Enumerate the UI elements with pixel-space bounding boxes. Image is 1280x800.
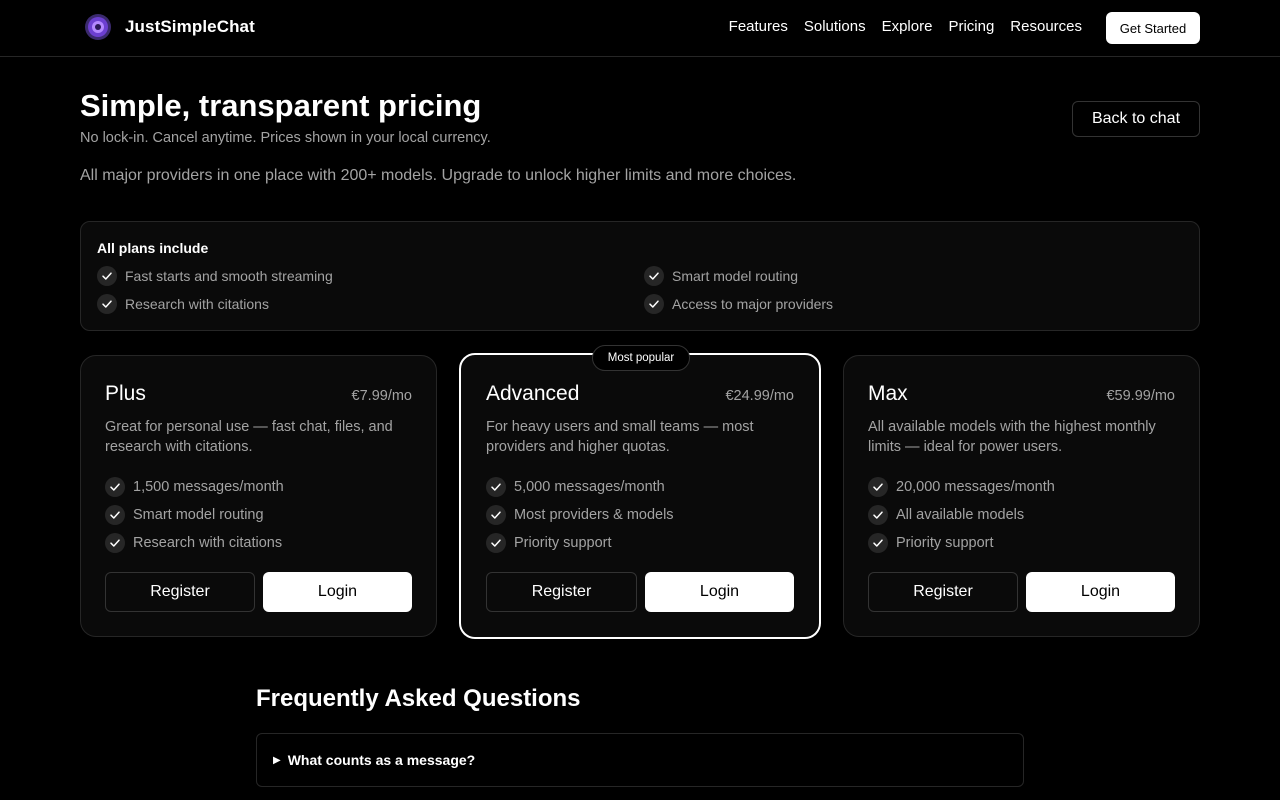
back-to-chat-button[interactable]: Back to chat <box>1072 101 1200 137</box>
faq-title: Frequently Asked Questions <box>256 685 581 712</box>
brand-name: JustSimpleChat <box>125 17 255 36</box>
max-login-button[interactable]: Login <box>1026 572 1175 612</box>
plan-feature-list: 5,000 messages/month Most providers & mo… <box>486 473 674 557</box>
plan-feature: 5,000 messages/month <box>486 473 674 501</box>
check-icon <box>644 266 664 286</box>
advanced-login-button[interactable]: Login <box>645 572 794 612</box>
plan-description: Great for personal use — fast chat, file… <box>105 419 393 455</box>
check-icon <box>486 505 506 525</box>
plan-feature-list: 20,000 messages/month All available mode… <box>868 473 1055 557</box>
plan-name: Plus <box>105 382 146 405</box>
check-icon <box>868 477 888 497</box>
page-subtitle: No lock-in. Cancel anytime. Prices shown… <box>80 130 491 146</box>
faq-question: What counts as a message? <box>287 752 476 768</box>
triangle-right-icon: ▶ <box>273 754 281 766</box>
all-plans-include-panel: All plans include Fast starts and smooth… <box>80 221 1200 331</box>
plus-register-button[interactable]: Register <box>105 572 255 612</box>
plan-feature: Research with citations <box>105 529 284 557</box>
nav-links: Features Solutions Explore Pricing Resou… <box>729 18 1082 35</box>
includes-item: Research with citations <box>97 294 269 314</box>
plan-price: €24.99/mo <box>725 388 794 404</box>
plan-price: €7.99/mo <box>351 388 412 404</box>
plan-feature-label: 1,500 messages/month <box>133 479 284 495</box>
plan-feature: 20,000 messages/month <box>868 473 1055 501</box>
plan-feature-label: Priority support <box>514 535 612 551</box>
check-icon <box>105 477 125 497</box>
plan-feature-list: 1,500 messages/month Smart model routing… <box>105 473 284 557</box>
plan-feature-label: Smart model routing <box>133 507 264 523</box>
page-description: All major providers in one place with 20… <box>80 167 797 184</box>
plan-feature-label: Most providers & models <box>514 507 674 523</box>
plan-feature: Priority support <box>486 529 674 557</box>
plan-feature-label: 5,000 messages/month <box>514 479 665 495</box>
max-register-button[interactable]: Register <box>868 572 1018 612</box>
nav-link-pricing[interactable]: Pricing <box>948 18 994 35</box>
top-navigation: JustSimpleChat Features Solutions Explor… <box>0 0 1280 57</box>
plan-name: Max <box>868 382 908 405</box>
most-popular-badge: Most popular <box>592 345 690 371</box>
plan-feature: All available models <box>868 501 1055 529</box>
get-started-button[interactable]: Get Started <box>1106 12 1200 44</box>
plan-feature-label: Priority support <box>896 535 994 551</box>
check-icon <box>97 266 117 286</box>
page-title: Simple, transparent pricing <box>80 88 482 123</box>
plus-login-button[interactable]: Login <box>263 572 412 612</box>
plan-price: €59.99/mo <box>1106 388 1175 404</box>
includes-item: Access to major providers <box>644 294 833 314</box>
plan-card-max: Max €59.99/mo All available models with … <box>843 355 1200 637</box>
nav-link-resources[interactable]: Resources <box>1010 18 1082 35</box>
plan-feature: 1,500 messages/month <box>105 473 284 501</box>
check-icon <box>868 505 888 525</box>
plan-feature-label: Research with citations <box>133 535 283 551</box>
plan-feature-label: 20,000 messages/month <box>896 479 1055 495</box>
plan-feature-label: All available models <box>896 507 1025 523</box>
check-icon <box>105 505 125 525</box>
plan-card-plus: Plus €7.99/mo Great for personal use — f… <box>80 355 437 637</box>
check-icon <box>105 533 125 553</box>
check-icon <box>486 477 506 497</box>
plan-name: Advanced <box>486 382 580 405</box>
plan-description: For heavy users and small teams — most p… <box>486 419 754 455</box>
includes-title: All plans include <box>97 240 209 256</box>
check-icon <box>486 533 506 553</box>
plan-feature: Smart model routing <box>105 501 284 529</box>
includes-item-label: Access to major providers <box>672 296 834 312</box>
includes-item: Fast starts and smooth streaming <box>97 266 333 286</box>
advanced-register-button[interactable]: Register <box>486 572 637 612</box>
plan-description: All available models with the highest mo… <box>868 419 1156 455</box>
check-icon <box>868 533 888 553</box>
nav-link-explore[interactable]: Explore <box>882 18 933 35</box>
check-icon <box>644 294 664 314</box>
brand-logo-icon <box>85 14 111 40</box>
faq-item[interactable]: ▶ What counts as a message? <box>256 733 1024 787</box>
check-icon <box>97 294 117 314</box>
plan-feature: Most providers & models <box>486 501 674 529</box>
nav-link-solutions[interactable]: Solutions <box>804 18 866 35</box>
includes-item-label: Research with citations <box>125 296 269 312</box>
includes-item: Smart model routing <box>644 266 798 286</box>
plan-feature: Priority support <box>868 529 1055 557</box>
includes-item-label: Fast starts and smooth streaming <box>125 268 333 284</box>
plan-card-advanced: Most popular Advanced €24.99/mo For heav… <box>459 345 821 639</box>
brand-link[interactable]: JustSimpleChat <box>84 13 255 41</box>
includes-item-label: Smart model routing <box>672 268 799 284</box>
nav-link-features[interactable]: Features <box>729 18 788 35</box>
